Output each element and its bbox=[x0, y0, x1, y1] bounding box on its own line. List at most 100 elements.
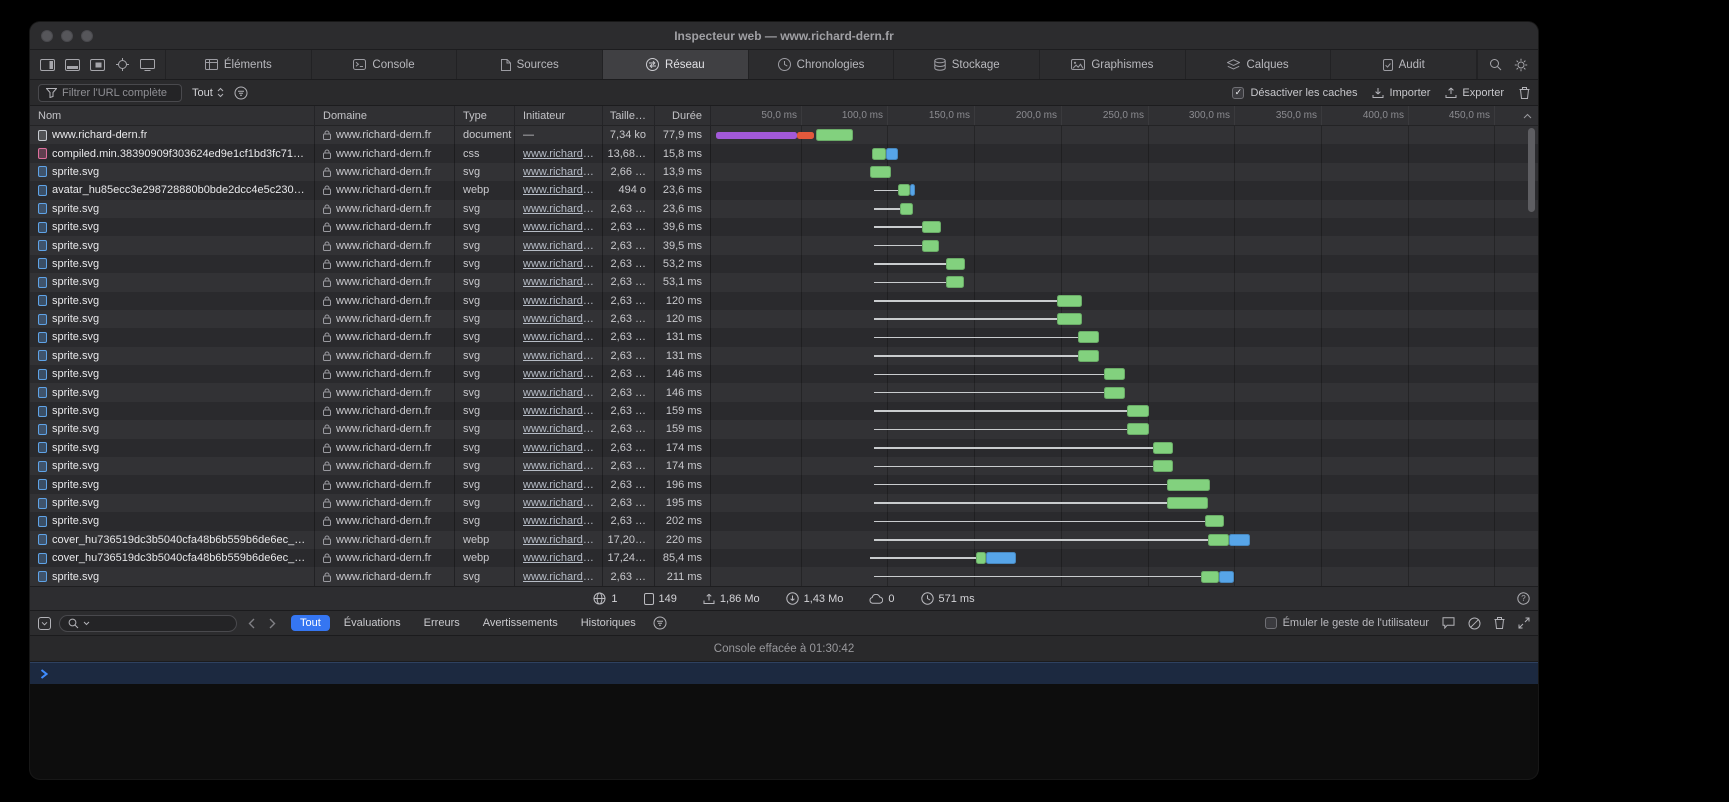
type-filter-dropdown[interactable]: Tout bbox=[192, 87, 224, 99]
column-header-initiator[interactable]: Initiateur bbox=[515, 106, 603, 125]
request-row[interactable]: sprite.svgwww.richard-dern.frsvgwww.rich… bbox=[30, 383, 1538, 401]
initiator-link[interactable]: www.richard-d… bbox=[523, 258, 594, 270]
request-row[interactable]: sprite.svgwww.richard-dern.frsvgwww.rich… bbox=[30, 347, 1538, 365]
request-row[interactable]: sprite.svgwww.richard-dern.frsvgwww.rich… bbox=[30, 512, 1538, 530]
console-search-input[interactable] bbox=[94, 617, 228, 629]
vertical-scrollbar-thumb[interactable] bbox=[1528, 128, 1535, 212]
request-row[interactable]: sprite.svgwww.richard-dern.frsvgwww.rich… bbox=[30, 273, 1538, 291]
initiator-link[interactable]: www.richard-d… bbox=[523, 313, 594, 325]
request-row[interactable]: cover_hu736519dc3b5040cfa48b6b559b6de6ec… bbox=[30, 531, 1538, 549]
initiator-link[interactable]: www.richard-d… bbox=[523, 148, 594, 160]
initiator-link[interactable]: www.richard-d… bbox=[523, 240, 594, 252]
initiator-link[interactable]: www.richard-d… bbox=[523, 571, 594, 583]
request-row[interactable]: compiled.min.38390909f303624ed9e1cf1bd3f… bbox=[30, 144, 1538, 162]
undock-icon[interactable] bbox=[86, 54, 109, 76]
gear-icon[interactable] bbox=[1509, 54, 1532, 76]
initiator-link[interactable]: www.richard-d… bbox=[523, 203, 594, 215]
tab-network[interactable]: Réseau bbox=[603, 50, 749, 79]
request-row[interactable]: sprite.svgwww.richard-dern.frsvgwww.rich… bbox=[30, 494, 1538, 512]
initiator-link[interactable]: www.richard-d… bbox=[523, 295, 594, 307]
device-icon[interactable] bbox=[136, 54, 159, 76]
emulate-gesture-control[interactable]: Émuler le geste de l'utilisateur bbox=[1265, 617, 1429, 629]
console-search-field[interactable] bbox=[59, 615, 237, 632]
clear-network-items-icon[interactable] bbox=[1519, 87, 1530, 99]
request-row[interactable]: sprite.svgwww.richard-dern.frsvgwww.rich… bbox=[30, 292, 1538, 310]
initiator-link[interactable]: www.richard-d… bbox=[523, 387, 594, 399]
request-row[interactable]: sprite.svgwww.richard-dern.frsvgwww.rich… bbox=[30, 420, 1538, 438]
tab-graphics[interactable]: Graphismes bbox=[1040, 50, 1186, 79]
previous-result-icon[interactable] bbox=[245, 618, 258, 629]
request-row[interactable]: avatar_hu85ecc3e298728880b0bde2dcc4e5c23… bbox=[30, 181, 1538, 199]
initiator-link[interactable]: www.richard-d… bbox=[523, 534, 594, 546]
initiator-link[interactable]: www.richard-d… bbox=[523, 405, 594, 417]
request-row[interactable]: sprite.svgwww.richard-dern.frsvgwww.rich… bbox=[30, 365, 1538, 383]
request-row[interactable]: sprite.svgwww.richard-dern.frsvgwww.rich… bbox=[30, 163, 1538, 181]
initiator-link[interactable]: www.richard-d… bbox=[523, 497, 594, 509]
column-header-domain[interactable]: Domaine bbox=[315, 106, 455, 125]
console-scope-warnings[interactable]: Avertissements bbox=[474, 615, 567, 631]
initiator-link[interactable]: www.richard-d… bbox=[523, 350, 594, 362]
console-scope-evaluations[interactable]: Évaluations bbox=[335, 615, 410, 631]
initiator-link[interactable]: www.richard-d… bbox=[523, 460, 594, 472]
request-row[interactable]: sprite.svgwww.richard-dern.frsvgwww.rich… bbox=[30, 457, 1538, 475]
expand-console-icon[interactable] bbox=[1518, 617, 1530, 629]
element-picker-icon[interactable] bbox=[111, 54, 134, 76]
initiator-link[interactable]: www.richard-d… bbox=[523, 221, 594, 233]
initiator-link[interactable]: www.richard-d… bbox=[523, 479, 594, 491]
request-row[interactable]: sprite.svgwww.richard-dern.frsvgwww.rich… bbox=[30, 236, 1538, 254]
disable-caches-control[interactable]: Désactiver les caches bbox=[1232, 87, 1357, 99]
initiator-link[interactable]: www.richard-d… bbox=[523, 184, 594, 196]
tab-elements[interactable]: Éléments bbox=[166, 50, 312, 79]
disable-caches-checkbox[interactable] bbox=[1232, 87, 1244, 99]
request-row[interactable]: sprite.svgwww.richard-dern.frsvgwww.rich… bbox=[30, 439, 1538, 457]
next-result-icon[interactable] bbox=[266, 618, 279, 629]
console-mode-icon[interactable] bbox=[38, 617, 51, 630]
column-header-type[interactable]: Type bbox=[455, 106, 515, 125]
tab-audit[interactable]: Audit bbox=[1331, 50, 1477, 79]
url-filter-field[interactable] bbox=[38, 84, 182, 102]
initiator-link[interactable]: www.richard-d… bbox=[523, 423, 594, 435]
tab-timelines[interactable]: Chronologies bbox=[749, 50, 895, 79]
request-row[interactable]: sprite.svgwww.richard-dern.frsvgwww.rich… bbox=[30, 402, 1538, 420]
console-scope-errors[interactable]: Erreurs bbox=[415, 615, 469, 631]
request-row[interactable]: sprite.svgwww.richard-dern.frsvgwww.rich… bbox=[30, 475, 1538, 493]
initiator-link[interactable]: www.richard-d… bbox=[523, 515, 594, 527]
emulate-gesture-checkbox[interactable] bbox=[1265, 617, 1277, 629]
import-button[interactable]: Importer bbox=[1372, 87, 1430, 99]
request-row[interactable]: sprite.svgwww.richard-dern.frsvgwww.rich… bbox=[30, 218, 1538, 236]
filter-options-icon[interactable] bbox=[234, 86, 248, 100]
initiator-link[interactable]: www.richard-d… bbox=[523, 166, 594, 178]
close-window-button[interactable] bbox=[41, 30, 53, 42]
column-header-duration[interactable]: Durée bbox=[655, 106, 711, 125]
request-row[interactable]: cover_hu736519dc3b5040cfa48b6b559b6de6ec… bbox=[30, 549, 1538, 567]
tab-storage[interactable]: Stockage bbox=[894, 50, 1040, 79]
url-filter-input[interactable] bbox=[62, 87, 174, 99]
initiator-link[interactable]: www.richard-d… bbox=[523, 276, 594, 288]
request-row[interactable]: www.richard-dern.frwww.richard-dern.frdo… bbox=[30, 126, 1538, 144]
tab-sources[interactable]: Sources bbox=[457, 50, 603, 79]
initiator-link[interactable]: www.richard-d… bbox=[523, 552, 594, 564]
export-button[interactable]: Exporter bbox=[1445, 87, 1504, 99]
dock-bottom-icon[interactable] bbox=[61, 54, 84, 76]
initiator-link[interactable]: www.richard-d… bbox=[523, 368, 594, 380]
initiator-link[interactable]: www.richard-d… bbox=[523, 331, 594, 343]
trash-icon[interactable] bbox=[1494, 617, 1505, 629]
console-prompt[interactable] bbox=[30, 662, 1538, 684]
request-row[interactable]: sprite.svgwww.richard-dern.frsvgwww.rich… bbox=[30, 255, 1538, 273]
collapse-timeline-chevron-icon[interactable] bbox=[1523, 113, 1532, 119]
column-header-name[interactable]: Nom bbox=[30, 106, 315, 125]
request-row[interactable]: sprite.svgwww.richard-dern.frsvgwww.rich… bbox=[30, 310, 1538, 328]
request-row[interactable]: sprite.svgwww.richard-dern.frsvgwww.rich… bbox=[30, 328, 1538, 346]
zoom-window-button[interactable] bbox=[81, 30, 93, 42]
search-icon[interactable] bbox=[1484, 54, 1507, 76]
tab-console[interactable]: Console bbox=[312, 50, 458, 79]
initiator-link[interactable]: www.richard-d… bbox=[523, 442, 594, 454]
tab-layers[interactable]: Calques bbox=[1186, 50, 1332, 79]
console-messages-icon[interactable] bbox=[1442, 617, 1455, 629]
clear-console-icon[interactable] bbox=[1468, 617, 1481, 630]
column-header-size[interactable]: Taille… bbox=[603, 106, 655, 125]
console-scope-histories[interactable]: Historiques bbox=[572, 615, 645, 631]
dock-right-icon[interactable] bbox=[36, 54, 59, 76]
minimize-window-button[interactable] bbox=[61, 30, 73, 42]
request-row[interactable]: sprite.svgwww.richard-dern.frsvgwww.rich… bbox=[30, 200, 1538, 218]
